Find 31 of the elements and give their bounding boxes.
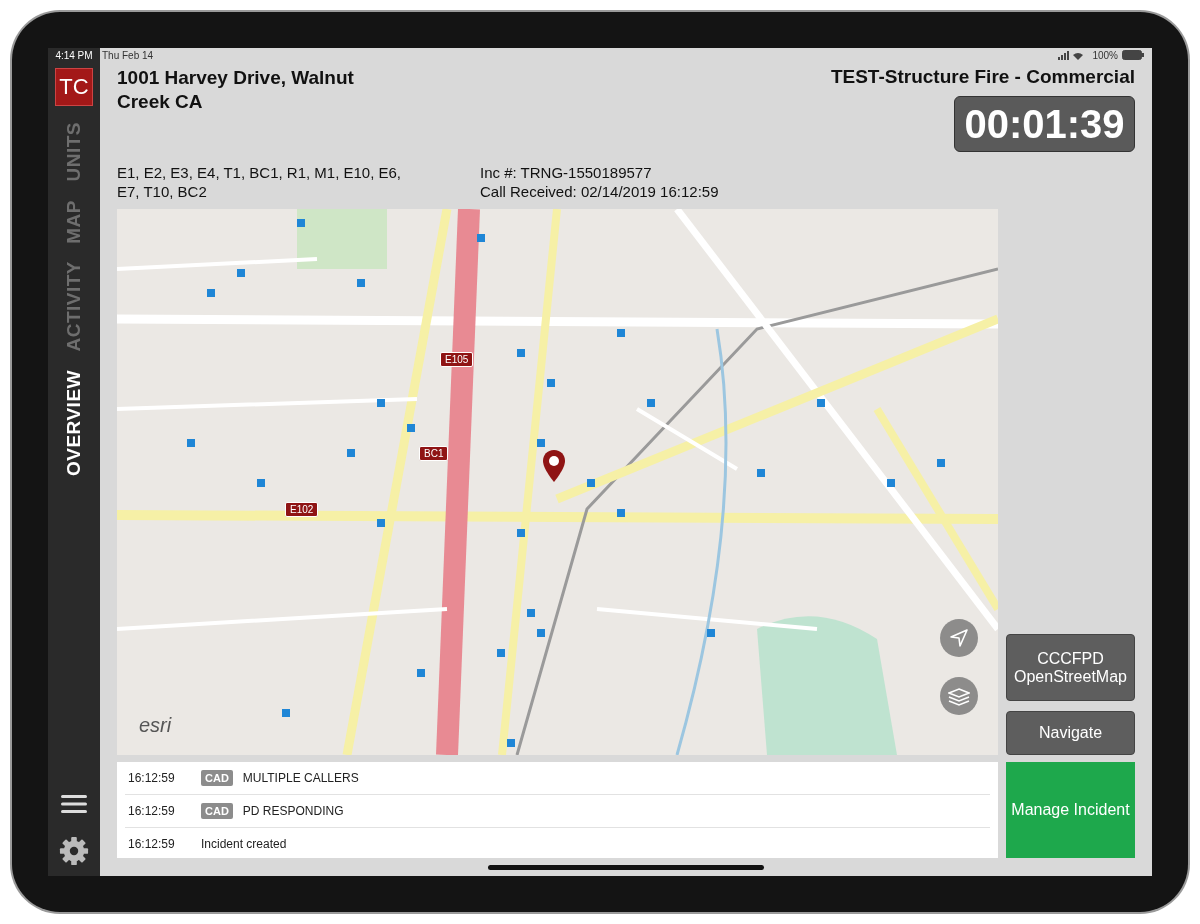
map-action-button[interactable]: Navigate bbox=[1006, 711, 1135, 755]
call-received-time: Call Received: 02/14/2019 16:12:59 bbox=[480, 182, 719, 201]
incident-number: Inc #: TRNG-1550189577 bbox=[480, 163, 653, 182]
menu-icon[interactable] bbox=[61, 794, 87, 814]
log-message: MULTIPLE CALLERS bbox=[242, 771, 359, 785]
status-date: Thu Feb 14 bbox=[102, 49, 154, 61]
sidebar-tab[interactable]: OVERVIEW bbox=[63, 369, 85, 476]
status-time: 4:14 PM bbox=[55, 50, 93, 63]
battery-icon bbox=[1122, 50, 1144, 60]
log-time: 16:12:59 bbox=[127, 804, 176, 818]
navigation-arrow-icon bbox=[949, 628, 969, 648]
layers-icon bbox=[948, 686, 970, 706]
map-action-button[interactable]: CCCFPD OpenStreetMap bbox=[1006, 634, 1135, 701]
app-logo: TC bbox=[55, 68, 93, 106]
log-time: 16:12:59 bbox=[127, 771, 176, 785]
log-message: PD RESPONDING bbox=[242, 804, 344, 818]
assigned-units: E1, E2, E3, E4, T1, BC1, R1, M1, E10, E6, E7, T10, BC2 bbox=[117, 163, 403, 201]
log-source-tag: CAD bbox=[201, 770, 233, 786]
unit-marker[interactable]: E102 bbox=[285, 502, 319, 517]
log-time: 16:12:59 bbox=[127, 837, 176, 851]
incident-type: TEST-Structure Fire - Commercial bbox=[830, 66, 1135, 88]
log-source-tag: CAD bbox=[201, 803, 233, 819]
battery-percent: 100% bbox=[1092, 49, 1118, 61]
unit-marker[interactable]: BC1 bbox=[419, 446, 449, 461]
location-pin-icon bbox=[542, 449, 566, 483]
incident-address: 1001 Harvey Drive, Walnut Creek CA bbox=[117, 66, 355, 114]
elapsed-timer: 00:01:39 bbox=[954, 96, 1135, 152]
settings-icon[interactable] bbox=[59, 836, 89, 866]
log-message: Incident created bbox=[201, 837, 287, 851]
map-attribution: esri bbox=[139, 714, 172, 737]
unit-marker[interactable]: E105 bbox=[440, 352, 474, 367]
